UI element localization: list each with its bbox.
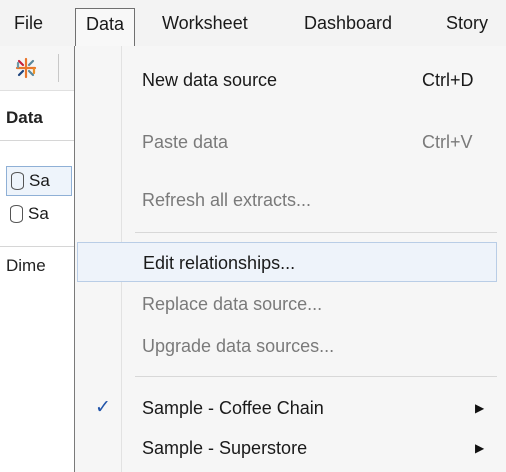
data-source-label: Sa [28,204,49,223]
menu-separator [135,232,497,233]
database-icon [10,204,23,223]
submenu-arrow-icon: ▶ [475,401,485,415]
menu-data[interactable]: Data [75,8,136,46]
menu-dashboard[interactable]: Dashboard [304,8,392,38]
toolbar [0,46,74,91]
data-source-label: Sa [29,171,50,190]
menu-story[interactable]: Story [446,8,488,38]
shortcut-label: Ctrl+D [422,70,474,90]
menu-item-new-data-source[interactable]: New data source Ctrl+D [77,60,497,100]
menu-item-label: Sample - Superstore [142,438,308,458]
menu-item-label: Paste data [142,132,229,152]
menu-worksheet[interactable]: Worksheet [162,8,248,38]
toolbar-separator [58,54,59,82]
database-icon [11,171,24,190]
data-pane-title: Data [6,108,43,127]
data-source-item[interactable]: Sa [6,166,72,196]
menu-item-sample-superstore[interactable]: Sample - Superstore ▶ [77,428,497,468]
menubar: File Data Worksheet Dashboard Story [0,0,506,47]
menu-item-label: New data source [142,70,278,90]
menu-file[interactable]: File [14,8,43,38]
shortcut-label: Ctrl+V [422,132,473,152]
menu-item-paste-data[interactable]: Paste data Ctrl+V [77,122,497,162]
divider [0,246,74,247]
app-left-strip: Data Sa Sa Dime [0,46,74,472]
menu-item-upgrade-data-sources[interactable]: Upgrade data sources... [77,326,497,366]
menu-item-label: Edit relationships... [143,253,296,273]
menu-item-label: Upgrade data sources... [142,336,335,356]
menu-item-label: Replace data source... [142,294,323,314]
data-source-item[interactable]: Sa [6,200,72,230]
tableau-logo-icon[interactable] [14,56,38,80]
submenu-arrow-icon: ▶ [475,441,485,455]
dimensions-label: Dime [6,256,46,275]
divider [0,140,74,141]
menu-separator [135,376,497,377]
menu-item-refresh-all-extracts[interactable]: Refresh all extracts... [77,180,497,220]
menu-item-sample-coffee-chain[interactable]: ✓ Sample - Coffee Chain ▶ [77,388,497,428]
menu-item-edit-relationships[interactable]: Edit relationships... [77,242,497,282]
data-menu-dropdown: New data source Ctrl+D Paste data Ctrl+V… [74,46,506,472]
checkmark-icon: ✓ [95,397,111,418]
menu-item-label: Refresh all extracts... [142,190,312,210]
menu-item-label: Sample - Coffee Chain [142,398,324,418]
menu-item-replace-data-source[interactable]: Replace data source... [77,284,497,324]
